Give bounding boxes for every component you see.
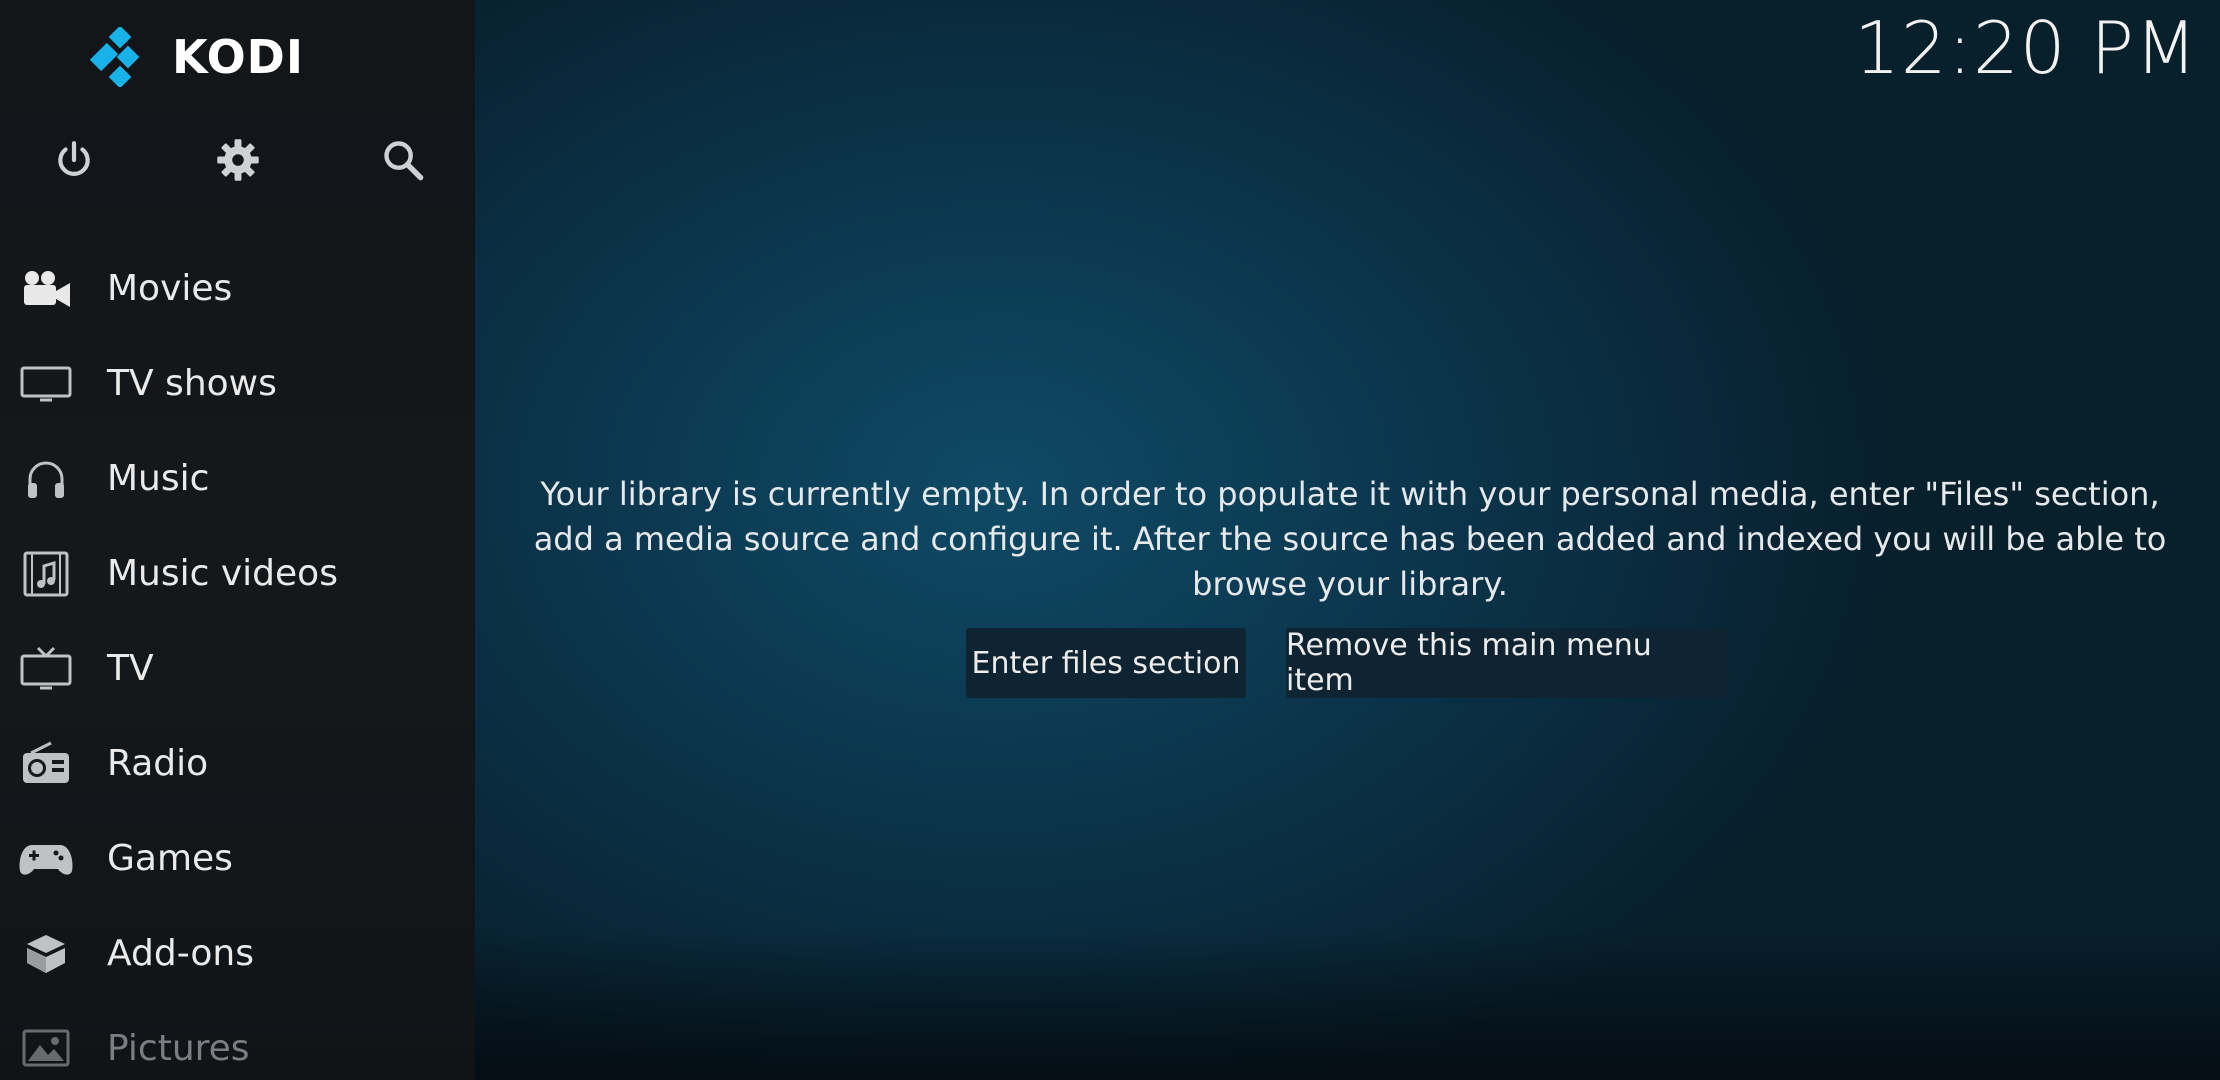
power-icon bbox=[58, 141, 90, 176]
menu-item-add-ons[interactable]: Add-ons bbox=[0, 906, 475, 1001]
gear-icon bbox=[217, 139, 259, 181]
menu-label: TV bbox=[107, 648, 154, 689]
picture-icon bbox=[18, 1021, 74, 1077]
app-name: KODI bbox=[172, 30, 304, 84]
main-content: 12:20 PM Your library is currently empty… bbox=[475, 0, 2220, 1080]
headphones-icon bbox=[18, 451, 74, 507]
menu-item-music[interactable]: Music bbox=[0, 431, 475, 526]
menu-label: Radio bbox=[107, 743, 209, 784]
kodi-logo-icon bbox=[90, 27, 140, 87]
menu-item-music-videos[interactable]: Music videos bbox=[0, 526, 475, 621]
addons-box-icon bbox=[18, 926, 74, 982]
gamepad-icon bbox=[18, 831, 74, 887]
kodi-home-screen: KODI Movies TV shows Music Music videos … bbox=[0, 0, 2220, 1080]
menu-item-tv-shows[interactable]: TV shows bbox=[0, 336, 475, 431]
movie-camera-icon bbox=[18, 261, 74, 317]
menu-label: Music videos bbox=[107, 553, 338, 594]
remove-main-menu-item-button[interactable]: Remove this main menu item bbox=[1286, 628, 1729, 698]
tv-icon bbox=[18, 641, 74, 697]
menu-label: Add-ons bbox=[107, 933, 254, 974]
clock: 12:20 PM bbox=[1854, 6, 2198, 90]
settings-button[interactable] bbox=[208, 130, 268, 190]
menu-label: Movies bbox=[107, 268, 233, 309]
empty-library-message: Your library is currently empty. In orde… bbox=[533, 475, 2167, 603]
kodi-logo: KODI bbox=[90, 26, 304, 88]
radio-icon bbox=[18, 736, 74, 792]
menu-item-pictures[interactable]: Pictures bbox=[0, 1001, 475, 1080]
menu-label: Games bbox=[107, 838, 233, 879]
menu-item-radio[interactable]: Radio bbox=[0, 716, 475, 811]
monitor-icon bbox=[18, 356, 74, 412]
sidebar: KODI Movies TV shows Music Music videos … bbox=[0, 0, 475, 1080]
menu-item-tv[interactable]: TV bbox=[0, 621, 475, 716]
music-video-icon bbox=[18, 546, 74, 602]
search-icon bbox=[384, 141, 424, 181]
enter-files-section-button[interactable]: Enter files section bbox=[966, 628, 1246, 698]
power-button[interactable] bbox=[44, 130, 104, 190]
menu-label: Pictures bbox=[107, 1028, 250, 1069]
menu-item-movies[interactable]: Movies bbox=[0, 241, 475, 336]
menu-label: Music bbox=[107, 458, 210, 499]
search-button[interactable] bbox=[373, 130, 433, 190]
menu-item-games[interactable]: Games bbox=[0, 811, 475, 906]
menu-label: TV shows bbox=[107, 363, 277, 404]
